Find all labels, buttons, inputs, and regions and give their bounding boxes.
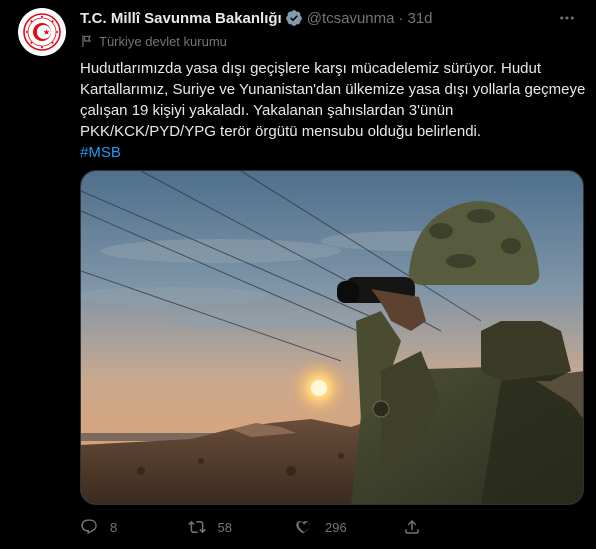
tweet-timestamp[interactable]: 31d	[407, 10, 432, 27]
tweet-card[interactable]: T.C. Millî Savunma Bakanlığı @tcsavunma …	[0, 0, 596, 549]
tweet-actions-bar: 8 58 296	[80, 516, 510, 538]
tweet-photo[interactable]	[80, 170, 584, 505]
retweet-button[interactable]: 58	[187, 518, 296, 536]
retweet-count: 58	[217, 519, 232, 535]
more-options-icon[interactable]	[556, 8, 578, 28]
share-button[interactable]	[403, 518, 511, 536]
msb-logo-icon	[23, 13, 61, 51]
flag-icon	[82, 35, 92, 47]
tweet-text: Hudutlarımızda yasa dışı geçişlere karşı…	[80, 58, 586, 163]
tweet-text-line: PKK/KCK/PYD/YPG terör örgütü mensubu old…	[80, 123, 482, 140]
user-handle[interactable]: @tcsavunma	[307, 10, 395, 27]
reply-count: 8	[110, 519, 118, 535]
heart-icon	[296, 521, 310, 534]
tweet-header: T.C. Millî Savunma Bakanlığı @tcsavunma …	[80, 8, 580, 28]
soldier-with-binoculars-photo	[81, 171, 583, 504]
government-affiliation-label[interactable]: Türkiye devlet kurumu	[80, 32, 580, 50]
display-name[interactable]: T.C. Millî Savunma Bakanlığı	[80, 10, 282, 27]
like-button[interactable]: 296	[295, 518, 403, 536]
separator-dot: ·	[398, 9, 404, 27]
tweet-text-line: Kartallarımız, Suriye ve Yunanistan'dan …	[80, 81, 586, 98]
tweet-text-line: Hudutlarımızda yasa dışı geçişlere karşı…	[80, 60, 542, 77]
tweet-text-line: çalışan 19 kişiyi yakaladı. Yakalanan şa…	[80, 102, 454, 119]
hashtag-link[interactable]: #MSB	[80, 144, 121, 161]
share-icon	[404, 519, 419, 534]
reply-button[interactable]: 8	[80, 518, 188, 536]
like-count: 296	[325, 519, 347, 535]
verified-badge-icon[interactable]	[285, 9, 303, 27]
affiliation-text: Türkiye devlet kurumu	[99, 33, 227, 49]
tweet-content: T.C. Millî Savunma Bakanlığı @tcsavunma …	[80, 8, 586, 163]
reply-icon	[81, 519, 97, 535]
retweet-icon	[187, 520, 206, 534]
avatar[interactable]	[18, 8, 66, 56]
